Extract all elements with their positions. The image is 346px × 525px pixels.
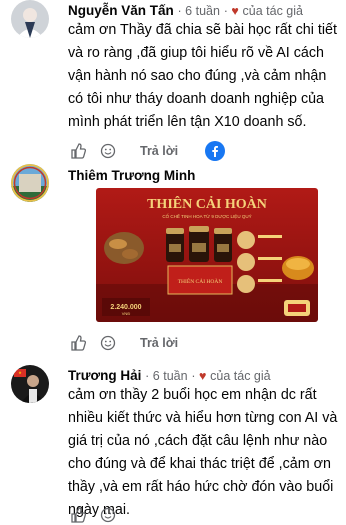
commenter-name[interactable]: Trương Hải bbox=[68, 368, 141, 383]
comment-time-sep: · bbox=[145, 369, 153, 383]
thumbs-up-icon[interactable] bbox=[68, 333, 88, 353]
commenter-name[interactable]: Thiêm Trương Minh bbox=[68, 168, 195, 183]
product-price: 2.240.000 bbox=[110, 304, 141, 311]
avatar[interactable] bbox=[11, 164, 49, 202]
comment-actions: Trả lời bbox=[68, 333, 178, 353]
box-label: THIÊN CẢI HOÀN bbox=[178, 277, 223, 285]
avatar[interactable] bbox=[11, 365, 49, 403]
facebook-icon[interactable] bbox=[205, 141, 225, 161]
comment-text: cảm ơn thầy 2 buổi học em nhận dc rất nh… bbox=[68, 387, 338, 518]
smiley-icon[interactable] bbox=[98, 333, 118, 353]
smiley-icon[interactable] bbox=[98, 505, 118, 525]
author-tag-sep: · bbox=[191, 369, 199, 383]
author-tag: của tác giả bbox=[210, 369, 271, 383]
commenter-name[interactable]: Nguyễn Văn Tấn bbox=[68, 3, 174, 18]
product-title: THIÊN CẢI HOÀN bbox=[147, 195, 267, 212]
heart-icon: ♥ bbox=[231, 4, 239, 18]
avatar[interactable] bbox=[11, 0, 49, 38]
comment-header: Trương Hải · 6 tuần · ♥ của tác giả bbox=[68, 368, 271, 383]
author-tag: của tác giả bbox=[242, 4, 303, 18]
comment-text: cảm ơn Thầy đã chia sẽ bài học rất chi t… bbox=[68, 22, 337, 130]
comment-time[interactable]: 6 tuần bbox=[185, 4, 220, 18]
comment-header: Nguyễn Văn Tấn · 6 tuần · ♥ của tác giả bbox=[68, 3, 303, 18]
comment-header: Thiêm Trương Minh bbox=[68, 168, 195, 183]
comment-time[interactable]: 6 tuần bbox=[153, 369, 188, 383]
comment-image[interactable]: THIÊN CẢI HOÀN CỐ CHẾ TINH HOA TỪ 9 DƯỢC… bbox=[96, 188, 318, 322]
thumbs-up-icon[interactable] bbox=[68, 141, 88, 161]
comment-actions bbox=[68, 505, 118, 525]
reply-button[interactable]: Trả lời bbox=[140, 144, 178, 158]
thumbs-up-icon[interactable] bbox=[68, 505, 88, 525]
reply-button[interactable]: Trả lời bbox=[140, 336, 178, 350]
smiley-icon[interactable] bbox=[98, 141, 118, 161]
product-subtitle: CỐ CHẾ TINH HOA TỪ 9 DƯỢC LIỆU QUÝ bbox=[162, 212, 251, 219]
product-price-unit: VNĐ bbox=[122, 311, 131, 316]
comment-actions: Trả lời bbox=[68, 141, 178, 161]
heart-icon: ♥ bbox=[198, 369, 207, 383]
